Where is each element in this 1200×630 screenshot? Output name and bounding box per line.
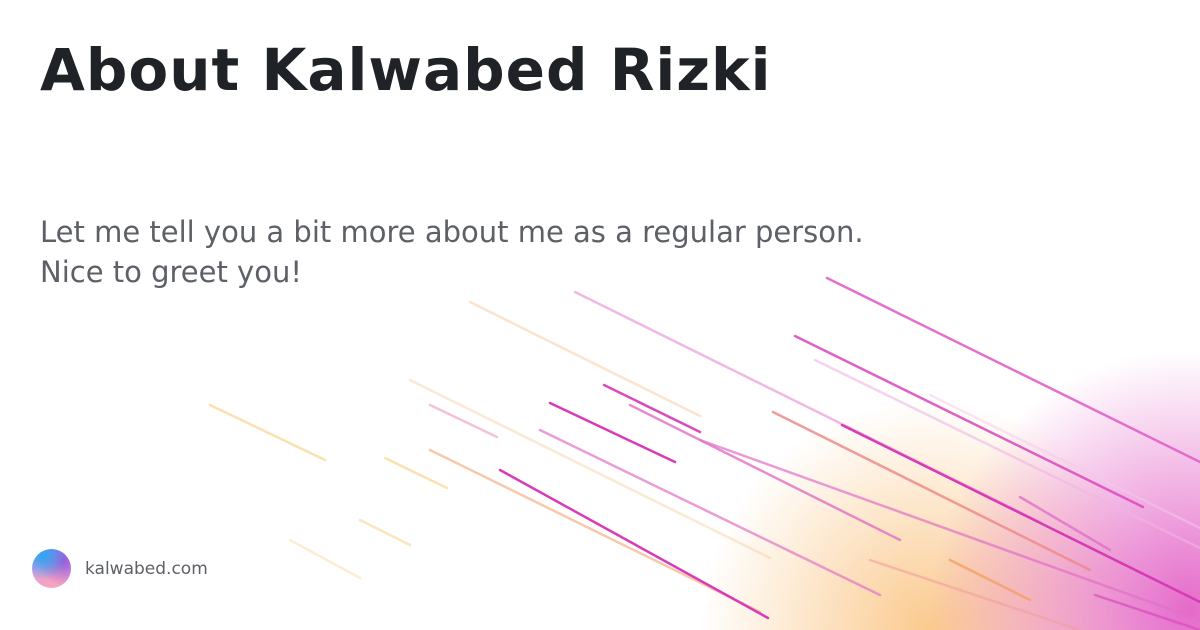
logo-icon — [32, 549, 71, 588]
subtitle: Let me tell you a bit more about me as a… — [40, 212, 864, 292]
site-brand: kalwabed.com — [32, 549, 208, 588]
subtitle-line: Let me tell you a bit more about me as a… — [40, 215, 864, 249]
subtitle-line: Nice to greet you! — [40, 255, 302, 289]
site-url: kalwabed.com — [85, 558, 208, 579]
page-title: About Kalwabed Rizki — [40, 36, 772, 104]
